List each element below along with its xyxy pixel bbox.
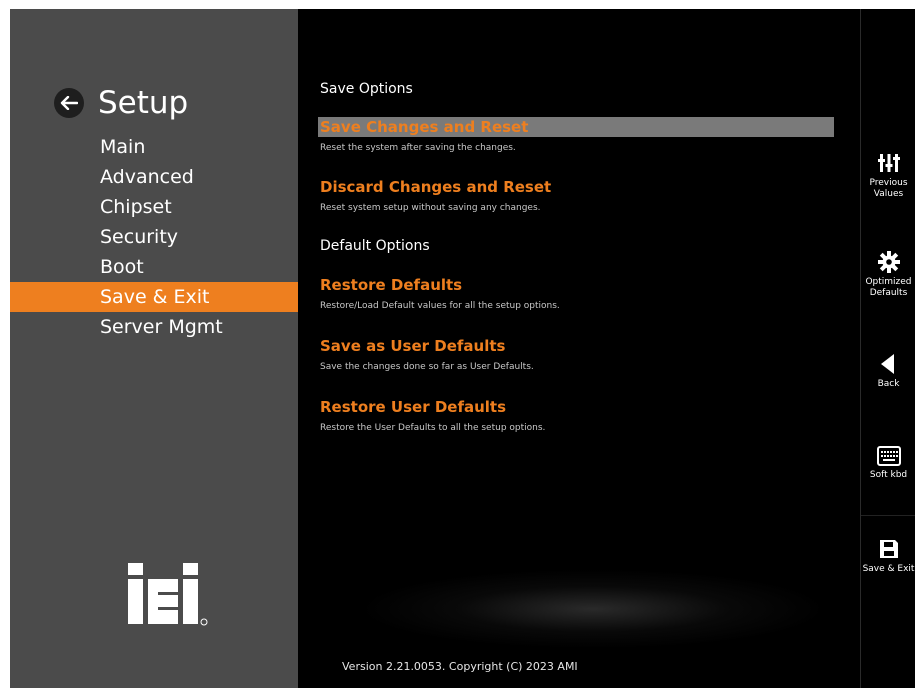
menu-item-chipset[interactable]: Chipset [10, 192, 298, 222]
option-title[interactable]: Save as User Defaults [320, 336, 834, 356]
tool-label: Optimized [865, 277, 912, 287]
tool-label: Defaults [869, 288, 908, 298]
option-title[interactable]: Restore Defaults [320, 275, 834, 295]
option-description: Restore the User Defaults to all the set… [320, 423, 546, 433]
tool-label: Soft kbd [869, 470, 908, 480]
save-exit-button[interactable]: Save & Exit [861, 538, 915, 575]
sidebar: Setup Main Advanced Chipset Security Boo… [10, 9, 298, 688]
setup-header: Setup [54, 85, 188, 121]
option-title[interactable]: Restore User Defaults [320, 397, 834, 417]
option-discard-changes-reset[interactable]: Discard Changes and Reset Reset system s… [320, 177, 834, 213]
sliders-icon [877, 154, 900, 172]
bios-setup-window: Setup Main Advanced Chipset Security Boo… [10, 9, 915, 688]
main-menu: Main Advanced Chipset Security Boot Save… [10, 132, 298, 342]
iei-logo [128, 561, 208, 631]
version-text: Version 2.21.0053. Copyright (C) 2023 AM… [342, 660, 578, 673]
tool-label: Save & Exit [862, 564, 915, 574]
option-description: Reset system setup without saving any ch… [320, 203, 541, 213]
menu-item-security[interactable]: Security [10, 222, 298, 252]
toolbar-divider [861, 515, 915, 516]
main-panel: Save Options Save Changes and Reset Rese… [298, 9, 860, 688]
tool-label: Previous [869, 178, 908, 188]
gear-icon [877, 251, 900, 273]
option-description: Save the changes done so far as User Def… [320, 362, 534, 372]
option-save-changes-reset[interactable]: Save Changes and Reset Reset the system … [318, 117, 834, 153]
optimized-defaults-button[interactable]: Optimized Defaults [861, 251, 915, 299]
option-restore-defaults[interactable]: Restore Defaults Restore/Load Default va… [320, 275, 834, 311]
save-options-header: Save Options [320, 81, 413, 97]
menu-item-main[interactable]: Main [10, 132, 298, 162]
setup-title: Setup [98, 85, 189, 121]
menu-item-boot[interactable]: Boot [10, 252, 298, 282]
menu-item-server-mgmt[interactable]: Server Mgmt [10, 312, 298, 342]
option-title[interactable]: Save Changes and Reset [318, 117, 834, 137]
back-arrow-icon[interactable] [54, 88, 84, 118]
tool-label: Back [877, 379, 900, 389]
back-button[interactable]: Back [861, 353, 915, 390]
option-title[interactable]: Discard Changes and Reset [320, 177, 834, 197]
menu-item-advanced[interactable]: Advanced [10, 162, 298, 192]
background-glow [358, 569, 828, 649]
soft-keyboard-button[interactable]: Soft kbd [861, 446, 915, 481]
tool-label: Values [873, 189, 904, 199]
previous-values-button[interactable]: Previous Values [861, 152, 915, 200]
option-restore-user-defaults[interactable]: Restore User Defaults Restore the User D… [320, 397, 834, 433]
default-options-header: Default Options [320, 238, 430, 254]
option-description: Restore/Load Default values for all the … [320, 301, 560, 311]
option-save-user-defaults[interactable]: Save as User Defaults Save the changes d… [320, 336, 834, 372]
option-description: Reset the system after saving the change… [320, 143, 516, 153]
back-triangle-icon [880, 354, 894, 374]
menu-item-save-exit[interactable]: Save & Exit [10, 282, 298, 312]
floppy-icon [879, 540, 898, 558]
keyboard-icon [876, 446, 901, 466]
right-toolbar: Previous Values Optimized Defaults Back … [860, 9, 915, 688]
